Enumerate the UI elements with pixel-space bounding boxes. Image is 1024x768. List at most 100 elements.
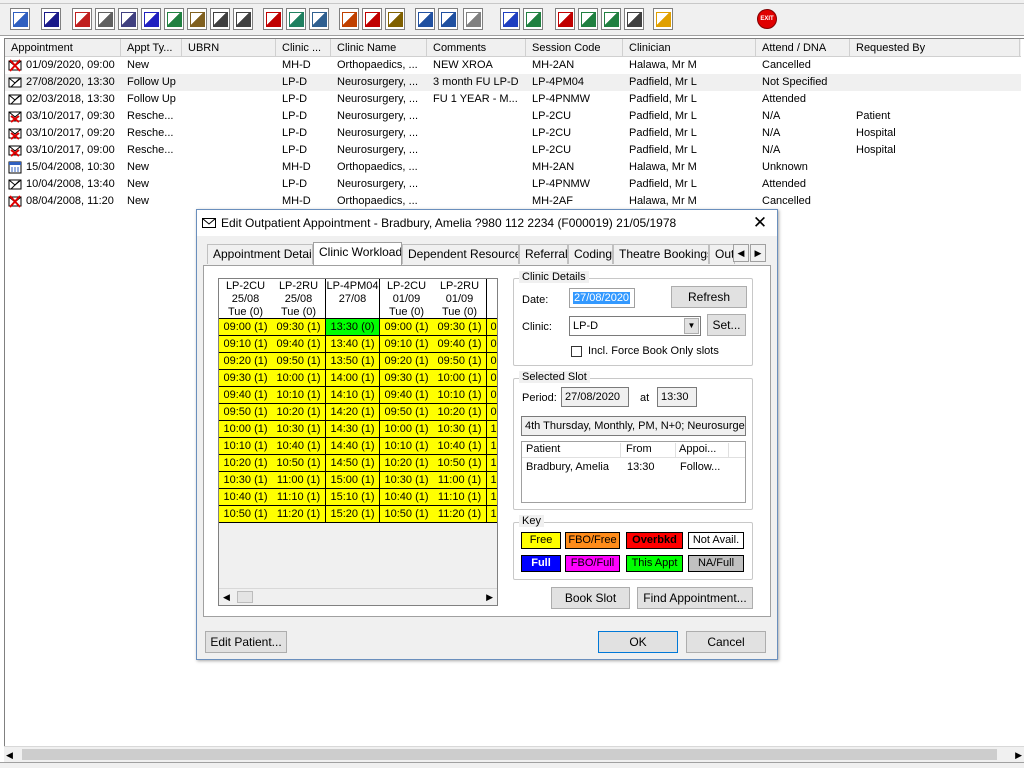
table-row[interactable]: 03/10/2017, 09:20 Resche... LP-D Neurosurge…	[5, 125, 1021, 142]
col-header-ubrn[interactable]: UBRN	[182, 39, 276, 57]
grid-slot[interactable]: 09:40 (1)	[380, 387, 434, 404]
grid-slot[interactable]: 13:30 (0)	[326, 319, 380, 336]
grid-slot[interactable]: 1	[487, 472, 497, 489]
grid-slot[interactable]: 1	[487, 489, 497, 506]
col-header-type[interactable]: Appt Ty...	[121, 39, 182, 57]
grid-slot[interactable]: 09:40 (1)	[272, 336, 326, 353]
calendar-button[interactable]	[309, 8, 329, 30]
table-row[interactable]: 01/09/2020, 09:00 New MH-D Orthopaedics, ..…	[5, 57, 1021, 74]
grid-slot[interactable]: 14:20 (1)	[326, 404, 380, 421]
grid-slot[interactable]: 10:30 (1)	[380, 472, 434, 489]
grid-slot[interactable]: 10:20 (1)	[380, 455, 434, 472]
grid-slot[interactable]: 10:40 (1)	[433, 438, 487, 455]
clock-edit-button[interactable]	[362, 8, 382, 30]
edit-patient-button[interactable]: Edit Patient...	[205, 631, 287, 653]
grid-slot[interactable]: 09:10 (1)	[380, 336, 434, 353]
grid-slot[interactable]: 10:50 (1)	[433, 455, 487, 472]
grid-slot[interactable]: 1	[487, 438, 497, 455]
grid-slot[interactable]: 09:40 (1)	[219, 387, 273, 404]
tab-scroll-left-button[interactable]: ◀	[733, 244, 749, 262]
grid-horizontal-scrollbar[interactable]: ◀ ▶	[219, 588, 497, 605]
list-horizontal-scrollbar[interactable]: ◀ ▶	[4, 746, 1024, 762]
tab-scroll-right-button[interactable]: ▶	[750, 244, 766, 262]
grid-slot[interactable]: 09:50 (1)	[433, 353, 487, 370]
books-button[interactable]	[72, 8, 92, 30]
grid-slot[interactable]: 11:20 (1)	[272, 506, 326, 523]
grid-slot[interactable]: 10:50 (1)	[272, 455, 326, 472]
edit-button[interactable]	[95, 8, 115, 30]
grid-slot[interactable]: 0	[487, 387, 497, 404]
grid-slot[interactable]: 10:20 (1)	[219, 455, 273, 472]
grid-slot[interactable]: 10:00 (1)	[433, 370, 487, 387]
grid-slot[interactable]: 10:00 (1)	[219, 421, 273, 438]
grid-slot[interactable]: 09:00 (1)	[380, 319, 434, 336]
find-appointment-button[interactable]: Find Appointment...	[637, 587, 753, 609]
globe-button[interactable]	[523, 8, 543, 30]
grid-slot[interactable]: 0	[487, 370, 497, 387]
grid-slot[interactable]: 09:50 (1)	[272, 353, 326, 370]
grid-slot[interactable]: 11:10 (1)	[272, 489, 326, 506]
slot-col-appoi[interactable]: Appoi...	[679, 443, 729, 457]
table-row[interactable]: 08/04/2008, 11:20 New MH-D Orthopaedics, ..…	[5, 193, 1021, 210]
grid-slot[interactable]: 09:50 (1)	[380, 404, 434, 421]
table-row[interactable]: 03/10/2017, 09:30 Resche... LP-D Neurosurge…	[5, 108, 1021, 125]
grid-slot[interactable]: 09:30 (1)	[433, 319, 487, 336]
exit-button[interactable]: EXIT	[755, 8, 779, 30]
chevron-down-icon[interactable]: ▼	[684, 318, 699, 334]
grid-slot[interactable]: 09:20 (1)	[219, 353, 273, 370]
grid-slot[interactable]: 09:00 (1)	[219, 319, 273, 336]
move-button[interactable]	[601, 8, 621, 30]
cancel-button[interactable]: Cancel	[686, 631, 766, 653]
grid-scroll-right-arrow[interactable]: ▶	[486, 592, 493, 603]
grid-slot[interactable]: 09:30 (1)	[272, 319, 326, 336]
book-slot-button[interactable]: Book Slot	[551, 587, 630, 609]
grid-slot[interactable]: 10:00 (1)	[272, 370, 326, 387]
grid-column-header[interactable]: LP-2RU 01/09 Tue (0)	[433, 279, 487, 319]
grid-slot[interactable]: 09:30 (1)	[380, 370, 434, 387]
grid-slot[interactable]: 10:40 (1)	[380, 489, 434, 506]
tab-out[interactable]: Out	[709, 244, 735, 264]
slot-col-patient[interactable]: Patient	[526, 443, 621, 457]
grid-slot[interactable]: 10:20 (1)	[272, 404, 326, 421]
col-header-appointment[interactable]: Appointment	[5, 39, 121, 57]
grid-slot[interactable]: 13:50 (1)	[326, 353, 380, 370]
grid-slot[interactable]: 10:10 (1)	[219, 438, 273, 455]
scroll-right-arrow[interactable]: ▶	[1015, 750, 1022, 761]
col-header-session[interactable]: Session Code	[526, 39, 623, 57]
grid-slot[interactable]: 14:00 (1)	[326, 370, 380, 387]
grid-slot[interactable]: 09:30 (1)	[219, 370, 273, 387]
grid-slot[interactable]: 09:20 (1)	[380, 353, 434, 370]
page-button[interactable]	[463, 8, 483, 30]
grid-column-header[interactable]: LP-2CU 25/08 Tue (0)	[219, 279, 273, 319]
grid-column-header[interactable]	[487, 279, 497, 319]
grid-slot[interactable]: 0	[487, 404, 497, 421]
table-row[interactable]: 02/03/2018, 13:30 Follow Up LP-D Neurosurge…	[5, 91, 1021, 108]
grid-slot[interactable]: 14:10 (1)	[326, 387, 380, 404]
clinic-slot-grid[interactable]: LP-2CU 25/08 Tue (0) 09:00 (1) 09:10 (1) 09:2…	[218, 278, 498, 606]
table-row[interactable]: 03/10/2017, 09:00 Resche... LP-D Neurosurge…	[5, 142, 1021, 159]
grid-column-header[interactable]: LP-4PM04 27/08	[326, 279, 380, 319]
grid-slot[interactable]: 09:10 (1)	[219, 336, 273, 353]
grid-slot[interactable]: 1	[487, 506, 497, 523]
slot-patient-list[interactable]: Patient From Appoi... Bradbury, Amelia 1…	[521, 441, 746, 503]
grid-slot[interactable]: 15:20 (1)	[326, 506, 380, 523]
notes-button[interactable]	[187, 8, 207, 30]
date-field[interactable]: 27/08/2020	[569, 288, 635, 308]
refresh-button[interactable]: Refresh	[671, 286, 747, 308]
grid-column-header[interactable]: LP-2CU 01/09 Tue (0)	[380, 279, 434, 319]
forms-button[interactable]	[555, 8, 575, 30]
clock-button[interactable]	[263, 8, 283, 30]
user-button[interactable]	[10, 8, 30, 30]
grid-scroll-left-arrow[interactable]: ◀	[223, 592, 230, 603]
grid-slot[interactable]: 10:50 (1)	[219, 506, 273, 523]
grid-slot[interactable]: 10:40 (1)	[219, 489, 273, 506]
grid-slot[interactable]: 11:00 (1)	[433, 472, 487, 489]
col-header-clinic[interactable]: Clinic ...	[276, 39, 331, 57]
grid-slot[interactable]: 0	[487, 336, 497, 353]
table-row[interactable]: 27/08/2020, 13:30 Follow Up LP-D Neurosurge…	[5, 74, 1021, 91]
col-header-clinic_name[interactable]: Clinic Name	[331, 39, 427, 57]
tab-coding[interactable]: Coding	[568, 244, 613, 264]
grid-slot[interactable]: 15:00 (1)	[326, 472, 380, 489]
grid-slot[interactable]: 09:40 (1)	[433, 336, 487, 353]
tab-referral[interactable]: Referral	[519, 244, 568, 264]
